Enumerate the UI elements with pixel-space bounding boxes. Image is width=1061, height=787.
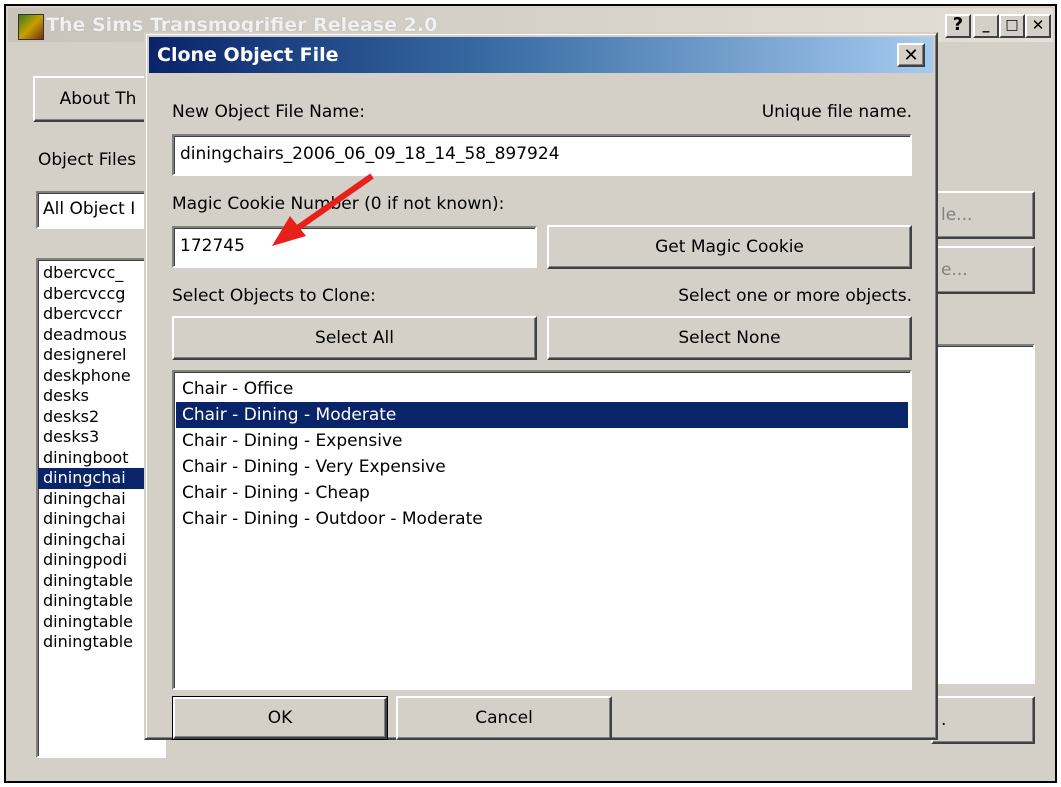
magic-cookie-value: 172745	[180, 236, 245, 256]
select-objects-label: Select Objects to Clone:	[172, 286, 376, 306]
objects-to-clone-items: Chair - Office Chair - Dining - Moderate C…	[176, 376, 908, 532]
right-bottom-button[interactable]: .	[931, 696, 1035, 744]
right-bottom-button-label: .	[941, 710, 947, 730]
object-list-item[interactable]: Chair - Dining - Moderate	[176, 402, 908, 428]
maximize-icon: □	[1005, 17, 1019, 33]
unique-file-name-hint: Unique file name.	[761, 102, 912, 122]
file-name-input[interactable]: diningchairs_2006_06_09_18_14_58_897924	[172, 134, 912, 176]
about-button-label: About Th	[59, 89, 137, 109]
main-close-button[interactable]: ✕	[1025, 14, 1051, 38]
object-list-item[interactable]: Chair - Dining - Very Expensive	[176, 454, 908, 480]
close-icon: ✕	[1031, 16, 1045, 34]
cancel-button-label: Cancel	[475, 708, 533, 728]
close-icon: ✕	[903, 44, 919, 66]
minimize-icon: _	[982, 17, 990, 33]
dialog-close-button[interactable]: ✕	[897, 43, 925, 67]
get-magic-cookie-label: Get Magic Cookie	[655, 237, 804, 257]
object-list-item[interactable]: Chair - Dining - Cheap	[176, 480, 908, 506]
dialog-title-bar[interactable]: Clone Object File ✕	[149, 37, 933, 73]
ok-button-label: OK	[267, 708, 293, 728]
select-objects-hint: Select one or more objects.	[678, 286, 912, 306]
get-magic-cookie-button[interactable]: Get Magic Cookie	[547, 225, 912, 269]
object-list-item[interactable]: Chair - Dining - Outdoor - Moderate	[176, 506, 908, 532]
objects-to-clone-list[interactable]: Chair - Office Chair - Dining - Moderate C…	[172, 370, 912, 690]
right-action-button-2-label: e...	[941, 260, 968, 280]
maximize-button[interactable]: □	[999, 14, 1025, 38]
object-list-item[interactable]: Chair - Office	[176, 376, 908, 402]
select-none-label: Select None	[678, 328, 781, 348]
app-icon	[18, 14, 44, 40]
select-none-button[interactable]: Select None	[547, 316, 912, 360]
minimize-button[interactable]: _	[973, 14, 999, 38]
object-list-item[interactable]: Chair - Dining - Expensive	[176, 428, 908, 454]
object-files-label: Object Files	[38, 150, 137, 170]
dialog-title: Clone Object File	[157, 44, 339, 66]
magic-cookie-input[interactable]: 172745	[172, 226, 537, 268]
magic-cookie-label: Magic Cookie Number (0 if not known):	[172, 194, 505, 214]
object-filter-value: All Object I	[43, 199, 136, 219]
select-all-label: Select All	[315, 328, 394, 348]
new-file-name-label: New Object File Name:	[172, 102, 365, 122]
ok-button-frame[interactable]: OK	[172, 696, 388, 740]
ok-button[interactable]: OK	[173, 697, 387, 739]
help-button[interactable]: ?	[945, 14, 971, 38]
select-all-button[interactable]: Select All	[172, 316, 537, 360]
right-action-button-1-label: le...	[941, 205, 973, 225]
right-preview-panel	[931, 344, 1035, 684]
right-action-button-1[interactable]: le...	[931, 191, 1035, 239]
right-action-button-2[interactable]: e...	[931, 246, 1035, 294]
cancel-button[interactable]: Cancel	[396, 696, 612, 740]
file-name-value: diningchairs_2006_06_09_18_14_58_897924	[180, 144, 560, 164]
clone-object-dialog: Clone Object File ✕ New Object File Name…	[144, 32, 938, 740]
